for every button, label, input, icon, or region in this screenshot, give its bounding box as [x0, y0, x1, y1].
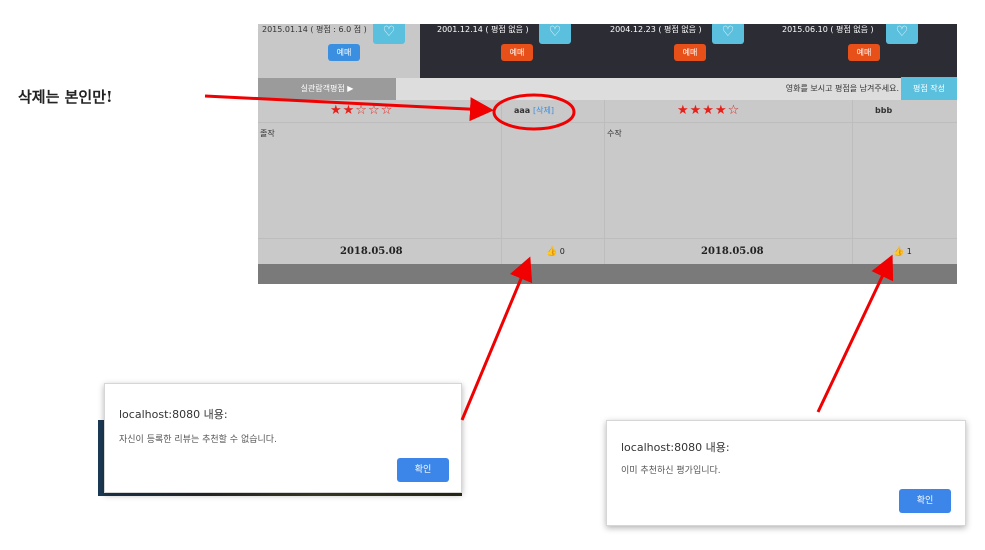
- delete-highlight-circle: [492, 93, 576, 131]
- annotation-overlay: [204, 93, 894, 421]
- arrow-to-delete: [204, 94, 494, 122]
- arrow-to-like-bbb: [816, 254, 894, 413]
- arrow-to-like-aaa: [460, 256, 533, 421]
